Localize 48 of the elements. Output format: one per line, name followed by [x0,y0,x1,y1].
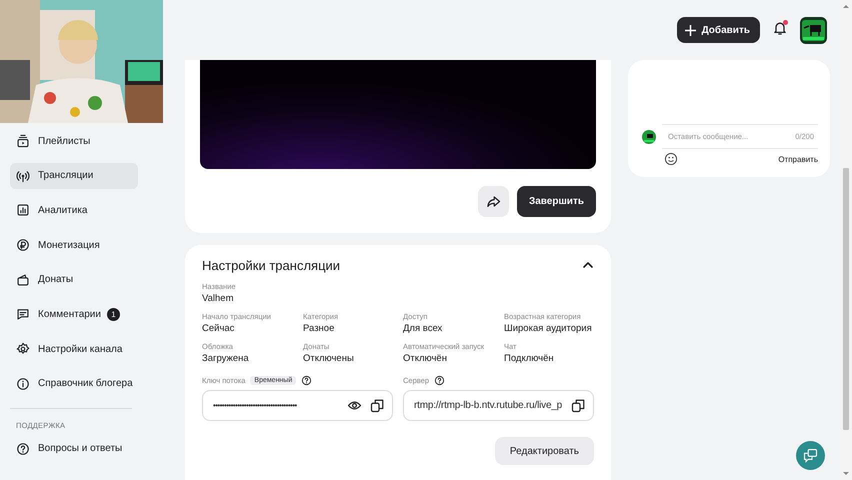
sidebar-item[interactable]: Донаты [10,266,138,293]
broadcast-icon [16,168,30,183]
sidebar-item[interactable]: Аналитика [10,197,138,224]
add-button[interactable]: Добавить [676,17,760,43]
send-button[interactable]: Отправить [778,154,818,164]
field-value: Для всех [403,322,444,335]
field-value: Разное [303,322,336,335]
sidebar-item[interactable]: Комментарии 1 [10,301,138,328]
settings-icon [16,342,30,356]
support-chat-button[interactable] [796,441,825,470]
field-value: Отключены [303,352,355,365]
avatar-icon[interactable] [800,16,827,44]
section-title: Настройки трансляции [202,258,340,272]
field-value: Valhem [202,292,235,305]
chevron-up-icon[interactable] [582,259,594,271]
bar-chart-icon [16,203,30,218]
server-field[interactable]: rtmp://rtmp-lb-b.ntv.rutube.ru/live_p [403,390,594,421]
finish-button[interactable]: Завершить [516,186,596,217]
sidebar-item[interactable]: Трансляции [10,162,138,189]
sidebar-item[interactable]: Плейлисты [10,128,138,154]
wallet-icon [16,272,30,287]
field-value: Широкая аудитория [504,322,593,335]
sidebar-item[interactable]: Справочник блогера [10,370,138,397]
playlist-icon [16,134,30,148]
edit-button[interactable]: Редактировать [494,437,594,465]
help-icon [16,442,30,456]
copy-icon[interactable] [370,398,385,413]
field-value: Загружена [202,352,250,365]
share-icon [486,194,501,209]
sidebar-item[interactable]: Вопросы и ответы [10,436,138,462]
stream-key-field[interactable]: •••••••••••••••••••••••••••••••••••••• [202,390,393,421]
share-button[interactable] [478,186,509,217]
chat-icon [803,448,818,463]
copy-icon[interactable] [571,398,586,413]
field-value: Подключён [504,352,555,365]
sidebar-item[interactable]: Монетизация [10,232,138,258]
info-icon [16,376,30,391]
sidebar-item[interactable]: Настройки канала [10,336,138,362]
comment-icon [16,307,30,322]
smiley-icon[interactable] [664,152,678,166]
count-badge: 1 [106,308,120,321]
field-value: Отключён [403,352,448,365]
help-icon[interactable] [434,374,446,386]
field-value: Сейчас [202,322,236,335]
avatar-icon [642,130,656,144]
plus-icon [684,24,696,36]
ruble-icon [16,238,30,252]
help-icon[interactable] [301,374,312,386]
